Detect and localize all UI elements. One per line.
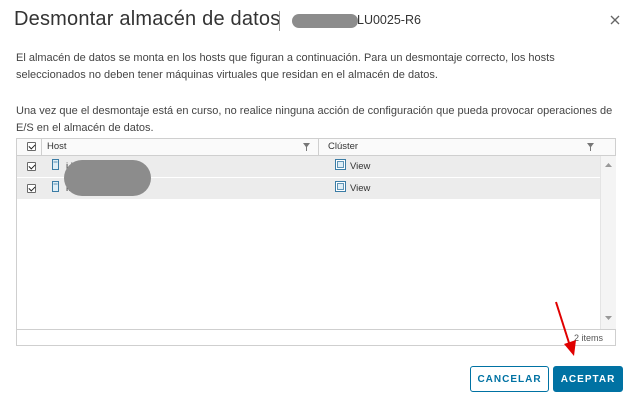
- host-icon: [52, 159, 59, 170]
- row-checkbox[interactable]: [27, 162, 36, 171]
- cancel-button[interactable]: CANCELAR: [470, 366, 549, 392]
- info-paragraph: El almacén de datos se monta en los host…: [16, 52, 555, 81]
- cluster-icon: [335, 159, 346, 170]
- warning-paragraph: Una vez que el desmontaje está en curso,…: [16, 105, 613, 134]
- filter-icon[interactable]: [303, 143, 310, 151]
- accept-button[interactable]: ACEPTAR: [553, 366, 623, 392]
- dialog-title: Desmontar almacén de datos: [14, 8, 281, 30]
- column-header-host[interactable]: Host: [47, 141, 67, 152]
- select-all-checkbox[interactable]: [27, 142, 36, 151]
- cluster-icon: [335, 181, 346, 192]
- hosts-grid: Host Clúster i.local View: [16, 138, 616, 346]
- arrow-annotation-icon: [555, 301, 576, 356]
- grid-footer: 2 items: [17, 329, 615, 346]
- filter-icon[interactable]: [587, 143, 594, 151]
- column-header-cluster[interactable]: Clúster: [328, 141, 358, 152]
- host-icon: [52, 181, 59, 192]
- redacted-host-names: [64, 160, 151, 196]
- redacted-subject-prefix: [292, 14, 358, 28]
- scroll-up-icon[interactable]: [601, 160, 616, 170]
- vertical-scrollbar[interactable]: [600, 156, 616, 329]
- title-divider: [279, 11, 280, 31]
- cluster-name[interactable]: View: [350, 183, 370, 194]
- column-separator: [41, 139, 42, 155]
- datastore-name: LU0025-R6: [357, 13, 421, 27]
- column-separator[interactable]: [318, 139, 319, 155]
- grid-header: Host Clúster: [17, 139, 615, 156]
- scroll-down-icon[interactable]: [601, 313, 616, 323]
- row-checkbox[interactable]: [27, 184, 36, 193]
- close-icon[interactable]: [607, 12, 623, 28]
- cluster-name[interactable]: View: [350, 161, 370, 172]
